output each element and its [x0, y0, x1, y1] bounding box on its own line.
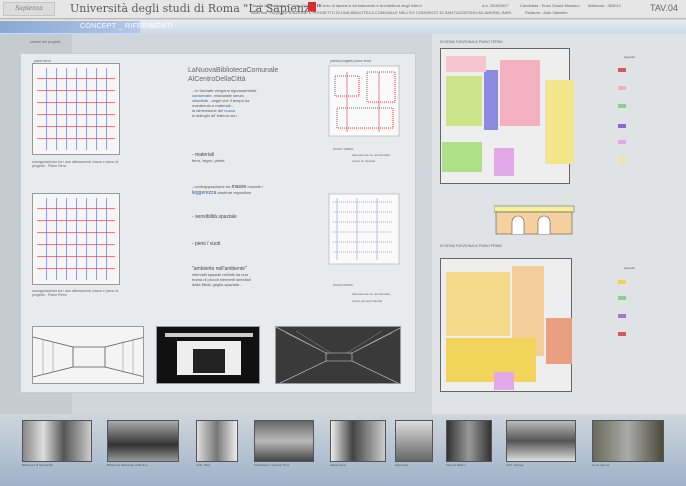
sensibility: - sensibilità spaziale — [192, 214, 237, 220]
photo-5 — [330, 420, 386, 462]
legend-2: tracce su facciata — [352, 159, 376, 163]
photo-caption-5: Allestimento — [330, 463, 347, 467]
photo-caption-1: Biblioteca di Stoccarda — [22, 463, 53, 467]
concept-paragraph: ...le facciate vengono rigorosamente con… — [192, 88, 302, 118]
concept-title-line2: AlCentroDellaCittà — [188, 76, 246, 83]
plan1-caption: sovrapposizione tra i due allineamenti, … — [32, 160, 119, 168]
relatore: Relatore : Aldo Valentini — [525, 10, 568, 15]
photo-4 — [254, 420, 314, 462]
plan-first-floor — [32, 193, 120, 285]
small-plan-first — [328, 193, 400, 265]
amb-d: della filitali, griglia spaziale... — [192, 282, 243, 287]
p1h: si dialoghi all' interno con : — [192, 113, 239, 118]
contrast-d: leggerezza — [192, 190, 217, 196]
photo-1 — [22, 420, 92, 462]
render-interior-2 — [156, 326, 260, 384]
plan2-caption: sovrapposizione tra i due allineamenti, … — [32, 289, 119, 297]
legend-3: allineamento su una facciata — [352, 292, 391, 296]
photo-caption-3: Arch. Mies — [196, 463, 211, 467]
photo-caption-7: Fiera di Milano — [446, 463, 466, 467]
header-bar: Sapienza Università degli studi di Roma … — [0, 0, 686, 19]
render-interior-1 — [32, 326, 144, 384]
photo-8 — [506, 420, 576, 462]
render-interior-3 — [275, 326, 401, 384]
thesis-title: Titolo tesi : RIQUALIFICAZIONE E PROGETT… — [250, 10, 512, 15]
photo-3 — [196, 420, 238, 462]
matricola: Matricola : 363012 — [588, 3, 621, 8]
sheet-number: TAV.04 — [650, 3, 678, 13]
pt-label: PIANO TERRA — [333, 147, 354, 151]
panel-label: schemi del progetto — [30, 40, 61, 44]
contrast-c: murarie / — [247, 184, 264, 189]
legend-heading-2: legenda — [624, 266, 635, 270]
section-title: CONCEPT _ RIFERIMENTI — [80, 23, 173, 30]
photo-caption-6: Espositori — [395, 463, 409, 467]
materials-text: ferro, legno, pietra — [192, 158, 225, 163]
photo-2 — [107, 420, 179, 462]
photo-caption-9: Corte interna — [592, 463, 610, 467]
concept-title-line1: LaNuovaBibliotecaComunale — [188, 67, 279, 74]
small-plans-label: pianta progetto piano terra — [330, 59, 372, 63]
concept-title: LaNuovaBibliotecaComunale AlCentroDellaC… — [188, 66, 278, 84]
photo-6 — [395, 420, 433, 462]
small-plan-ground — [328, 65, 400, 137]
faculty: Facoltà di Architettura "Valle Giulia" — [250, 3, 313, 8]
section-band: CONCEPT _ RIFERIMENTI — [0, 20, 686, 34]
scheme1-title: SCHEMA FUNZIONALE PIANO TERRA — [440, 40, 503, 44]
contrast-e: strutture espositive — [217, 190, 252, 195]
contrast-a: - contrapposizione tra — [192, 184, 231, 189]
logo: Sapienza — [3, 2, 55, 16]
sens-text: - sensibilità spaziale — [192, 214, 237, 220]
section-drawing — [494, 205, 575, 235]
legend-1: allineamento su una facciata — [352, 153, 391, 157]
photo-9 — [592, 420, 664, 462]
full-empty: - pieni / vuoti — [192, 241, 220, 247]
scheme2-title: SCHEMA FUNZIONALE PIANO PRIMO — [440, 244, 503, 248]
contrast-block: - contrapposizione tra masse murarie / l… — [192, 184, 307, 196]
plan-ground-floor — [32, 63, 120, 155]
photo-caption-2: Biblioteca Nazionale di Berlino — [107, 463, 148, 467]
photo-7 — [446, 420, 492, 462]
course: Corso di laurea in Arredamento e Archite… — [320, 3, 422, 8]
photo-caption-4: Fondazione "Herzog" Pisa — [254, 463, 289, 467]
candidate: Candidata : Enza Grazia Mosaico — [520, 3, 580, 8]
pieni-text: - pieni / vuoti — [192, 241, 221, 247]
ambient-block: "ambiente nell'ambiente" intervalli spaz… — [192, 266, 307, 288]
academic-year: a.a. 2006/2007 — [482, 3, 509, 8]
legend-heading-1: legenda — [624, 55, 635, 59]
materials-block: - materiali ferro, legno, pietra — [192, 152, 302, 164]
photo-caption-8: Arch. Scarpa — [506, 463, 524, 467]
pp-label: PIANO PRIMO — [333, 283, 354, 287]
legend-4: tracce elementi laterali — [352, 299, 383, 303]
